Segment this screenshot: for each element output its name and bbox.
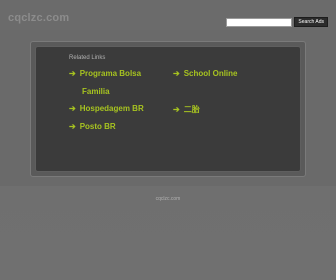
related-link-label: 二胎 bbox=[183, 105, 200, 114]
site-logo[interactable]: cqclzc.com bbox=[8, 12, 69, 24]
related-link-label: Hospedagem BR bbox=[79, 104, 144, 113]
related-links-panel: Related Links ➔ Programa Bolsa Familia ➔ H… bbox=[35, 46, 301, 172]
search-ads-button[interactable]: Search Ads bbox=[294, 17, 328, 27]
related-link-label: Posto BR bbox=[79, 122, 116, 131]
related-link-label: School Online bbox=[183, 69, 238, 78]
related-link-er-tai[interactable]: ➔ 二胎 bbox=[173, 104, 200, 115]
arrow-right-icon: ➔ bbox=[69, 69, 76, 78]
page-header: cqclzc.com Search Ads bbox=[0, 0, 336, 30]
arrow-right-icon: ➔ bbox=[69, 122, 76, 131]
related-link-hospedagem-br[interactable]: ➔ Hospedagem BR bbox=[69, 104, 144, 113]
related-link-label: Programa Bolsa bbox=[79, 69, 142, 78]
related-link-familia[interactable]: Familia bbox=[82, 87, 110, 96]
related-link-posto-br[interactable]: ➔ Posto BR bbox=[69, 122, 116, 131]
arrow-right-icon: ➔ bbox=[173, 105, 180, 114]
related-link-programa-bolsa[interactable]: ➔ Programa Bolsa bbox=[69, 69, 141, 78]
arrow-right-icon: ➔ bbox=[173, 69, 180, 78]
footer-domain-text: cqclzc.com bbox=[155, 196, 181, 202]
parked-domain-page: cqclzc.com Search Ads Related Links ➔ Pro… bbox=[0, 0, 336, 280]
search-bar: Search Ads bbox=[226, 17, 328, 27]
related-link-school-online[interactable]: ➔ School Online bbox=[173, 69, 237, 78]
related-link-label: Familia bbox=[82, 87, 110, 96]
related-links-frame: Related Links ➔ Programa Bolsa Familia ➔ H… bbox=[30, 41, 306, 177]
search-input[interactable] bbox=[226, 17, 293, 27]
related-links-title: Related Links bbox=[69, 55, 106, 61]
arrow-right-icon: ➔ bbox=[69, 104, 76, 113]
